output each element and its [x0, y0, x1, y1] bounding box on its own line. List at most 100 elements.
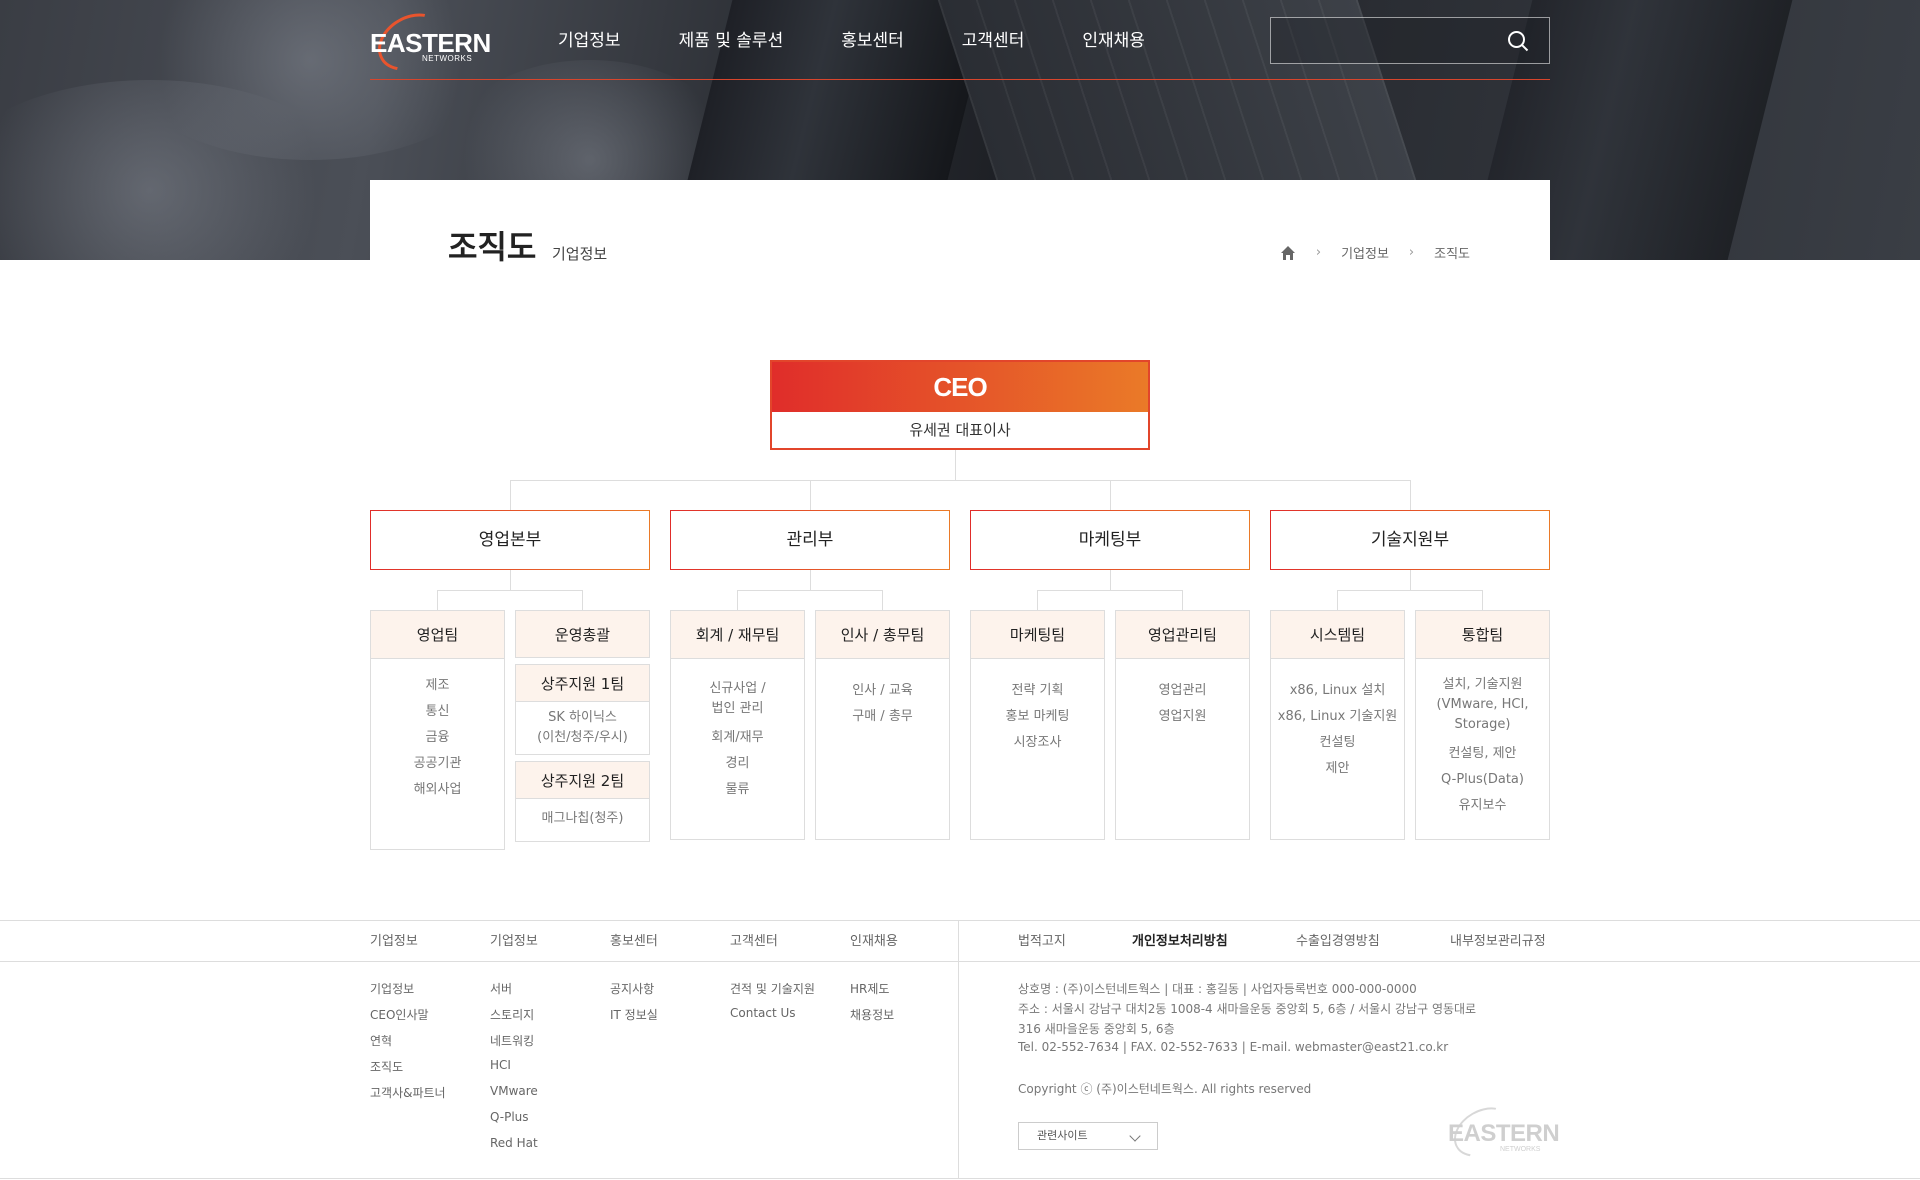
footer-link[interactable]: 네트워킹: [490, 1032, 534, 1049]
team-item: 제조: [425, 678, 450, 693]
team-item: 시장조사: [1013, 735, 1062, 750]
team-item: 신규사업 / 법인 관리: [709, 681, 766, 716]
footer-copyright: Copyright ⓒ (주)이스턴네트웍스. All rights reser…: [1018, 1082, 1312, 1096]
footer-category[interactable]: 기업정보: [370, 930, 418, 949]
subteam-items: SK 하이닉스 (이천/청주/우시): [515, 702, 650, 755]
team-item: 인사 / 교육: [852, 683, 913, 698]
footer-logo: EASTERN: [1448, 1120, 1560, 1147]
footer-link[interactable]: CEO인사말: [370, 1006, 429, 1023]
connector-line: [1037, 590, 1038, 610]
breadcrumb: › 기업정보 › 조직도: [1280, 243, 1470, 262]
team-title: 통합팀: [1416, 611, 1549, 659]
footer-contact: Tel. 02-552-7634 | FAX. 02-552-7633 | E-…: [1018, 1040, 1449, 1054]
chevron-down-icon: [1129, 1130, 1141, 1142]
related-sites-select[interactable]: 관련사이트: [1018, 1122, 1158, 1150]
team-title: 회계 / 재무팀: [671, 611, 804, 659]
breadcrumb-item[interactable]: 기업정보: [1341, 243, 1389, 262]
team-item: Q-Plus(Data): [1441, 772, 1524, 787]
footer-link[interactable]: 서버: [490, 980, 512, 997]
footer-logo-subtext: NETWORKS: [1500, 1146, 1541, 1153]
search-icon[interactable]: [1507, 30, 1529, 52]
connector-line: [1182, 590, 1183, 610]
nav-item-company[interactable]: 기업정보: [558, 26, 621, 51]
footer-category[interactable]: 기업정보: [490, 930, 538, 949]
team-accounting: 회계 / 재무팀 신규사업 / 법인 관리 회계/재무 경리 물류: [670, 610, 805, 840]
footer-link[interactable]: 스토리지: [490, 1006, 534, 1023]
dept-tech-support: 기술지원부: [1270, 510, 1550, 570]
nav-item-products[interactable]: 제품 및 솔루션: [679, 26, 784, 51]
search-input[interactable]: [1270, 17, 1550, 64]
footer-link[interactable]: 고객사&파트너: [370, 1084, 446, 1101]
ceo-name: 유세권 대표이사: [909, 421, 1011, 439]
footer-link[interactable]: 채용정보: [850, 1006, 894, 1023]
team-sales-mgmt: 영업관리팀 영업관리 영업지원: [1115, 610, 1250, 840]
footer-link[interactable]: 공지사항: [610, 980, 654, 997]
related-sites-label: 관련사이트: [1037, 1129, 1088, 1142]
page-subtitle: 기업정보: [552, 245, 608, 263]
team-item: SK 하이닉스: [548, 710, 617, 725]
page-title: 조직도: [448, 228, 537, 266]
footer-link[interactable]: Contact Us: [730, 1006, 796, 1020]
team-item: 금융: [425, 730, 450, 745]
footer-company-info: 상호명 : (주)이스턴네트웍스 | 대표 : 홍길동 | 사업자등록번호 00…: [1018, 982, 1417, 996]
site-header: EASTERN NETWORKS 기업정보 제품 및 솔루션 홍보센터 고객센터…: [367, 0, 1550, 83]
logo-subtext: NETWORKS: [422, 54, 473, 63]
connector-line: [510, 480, 511, 510]
team-title: 운영총괄: [515, 610, 650, 658]
footer-link[interactable]: IT 정보실: [610, 1006, 658, 1023]
dept-sales: 영업본부: [370, 510, 650, 570]
connector-line: [810, 480, 811, 510]
connector-line: [437, 590, 582, 591]
team-item: 해외사업: [413, 782, 462, 797]
footer-divider: [958, 920, 959, 1178]
footer-link[interactable]: VMware: [490, 1084, 538, 1098]
connector-line: [582, 590, 583, 610]
footer-link[interactable]: 연혁: [370, 1032, 392, 1049]
team-item: 통신: [425, 704, 450, 719]
team-item: 구매 / 총무: [852, 709, 913, 724]
chevron-right-icon: ›: [1408, 245, 1415, 260]
team-items: 영업관리 영업지원: [1116, 659, 1249, 730]
nav-item-careers[interactable]: 인재채용: [1082, 26, 1145, 51]
team-item: 공공기관: [413, 756, 462, 771]
footer-link[interactable]: 조직도: [370, 1058, 403, 1075]
team-item: 유지보수: [1458, 798, 1507, 813]
nav-item-pr[interactable]: 홍보센터: [841, 26, 904, 51]
team-item: 컨설팅, 제안: [1448, 746, 1517, 761]
footer-link[interactable]: Red Hat: [490, 1136, 538, 1150]
footer-link[interactable]: HCI: [490, 1058, 511, 1072]
footer-link[interactable]: HR제도: [850, 980, 889, 997]
footer-policy-legal[interactable]: 법적고지: [1018, 930, 1066, 949]
team-item: 경리: [725, 756, 750, 771]
breadcrumb-item[interactable]: 조직도: [1434, 243, 1470, 262]
team-item: 매그나칩(청주): [541, 811, 624, 826]
ceo-title: CEO: [772, 362, 1148, 412]
team-item: 회계/재무: [711, 730, 764, 745]
footer-category[interactable]: 홍보센터: [610, 930, 658, 949]
title-card: 조직도 기업정보 › 기업정보 › 조직도: [370, 180, 1550, 266]
footer-link[interactable]: Q-Plus: [490, 1110, 529, 1124]
team-system: 시스템팀 x86, Linux 설치 x86, Linux 기술지원 컨설팅 제…: [1270, 610, 1405, 840]
footer-link[interactable]: 기업정보: [370, 980, 414, 997]
home-icon[interactable]: [1280, 245, 1296, 261]
footer-category[interactable]: 고객센터: [730, 930, 778, 949]
team-items: 전략 기획 홍보 마케팅 시장조사: [971, 659, 1104, 756]
connector-line: [1410, 480, 1411, 510]
team-item: 영업관리: [1158, 683, 1207, 698]
subteam-items: 매그나칩(청주): [515, 799, 650, 842]
connector-line: [1337, 590, 1338, 610]
footer-bottom-line: [0, 1178, 1920, 1179]
footer-link[interactable]: 견적 및 기술지원: [730, 980, 815, 997]
footer-policy-internal[interactable]: 내부정보관리규정: [1450, 930, 1546, 949]
logo[interactable]: EASTERN NETWORKS: [367, 1, 491, 83]
footer-policy-export[interactable]: 수출입경영방침: [1296, 930, 1380, 949]
team-integration: 통합팀 설치, 기술지원 (VMware, HCI, Storage) 컨설팅, 제…: [1415, 610, 1550, 840]
connector-line: [437, 590, 438, 610]
footer-policy-privacy[interactable]: 개인정보처리방침: [1132, 930, 1228, 949]
team-hr: 인사 / 총무팀 인사 / 교육 구매 / 총무: [815, 610, 950, 840]
nav-item-support[interactable]: 고객센터: [962, 26, 1025, 51]
team-title: 영업관리팀: [1116, 611, 1249, 659]
connector-line: [1482, 590, 1483, 610]
footer-top-bar: [0, 920, 1920, 962]
footer-category[interactable]: 인재채용: [850, 930, 898, 949]
